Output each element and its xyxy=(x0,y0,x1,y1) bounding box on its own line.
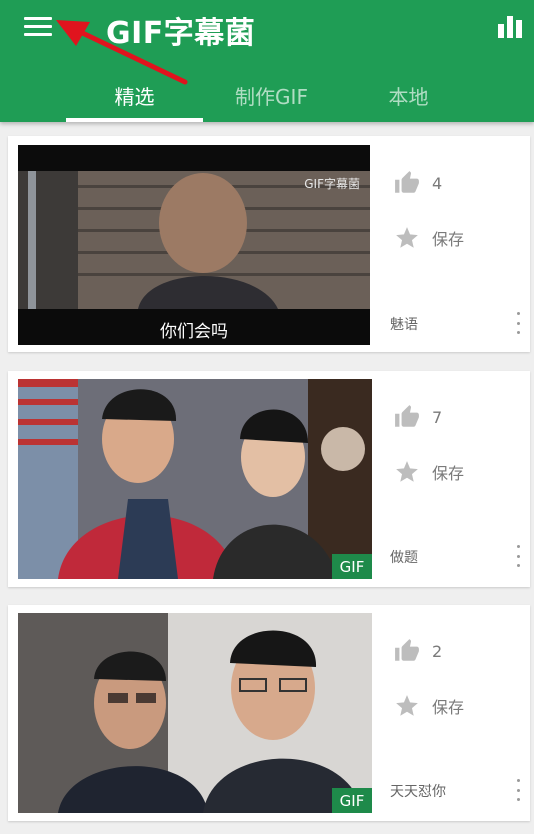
star-icon xyxy=(396,695,418,716)
tab-local[interactable]: 本地 xyxy=(340,68,477,122)
like-count: 4 xyxy=(432,173,443,193)
like-button[interactable]: 7 xyxy=(394,404,442,430)
tab-indicator xyxy=(66,118,203,122)
tab-make-gif[interactable]: 制作GIF xyxy=(203,68,340,122)
more-options-icon[interactable] xyxy=(512,779,524,801)
gif-thumbnail[interactable]: GIF xyxy=(18,379,372,579)
save-button[interactable]: 保存 xyxy=(394,225,464,251)
feed-card[interactable]: GIF 2 保存 天天怼你 xyxy=(8,605,530,821)
like-button[interactable]: 4 xyxy=(394,170,442,196)
more-options-icon[interactable] xyxy=(512,312,524,334)
tab-label: 制作GIF xyxy=(235,84,308,109)
thumbs-up-icon xyxy=(395,171,419,193)
more-options-icon[interactable] xyxy=(512,545,524,567)
gif-caption: 做题 xyxy=(390,550,418,566)
tab-label: 本地 xyxy=(388,84,429,109)
save-button[interactable]: 保存 xyxy=(394,693,464,719)
annotation-arrow xyxy=(56,20,188,85)
save-label: 保存 xyxy=(432,230,465,249)
like-count: 2 xyxy=(432,641,443,661)
like-button[interactable]: 2 xyxy=(394,638,442,664)
gif-thumbnail[interactable]: GIF xyxy=(18,613,372,813)
gif-caption: 天天怼你 xyxy=(390,784,446,800)
gif-image xyxy=(18,379,372,579)
save-button[interactable]: 保存 xyxy=(394,459,464,485)
bar-chart-icon[interactable] xyxy=(498,14,524,38)
thumbs-up-icon xyxy=(395,405,419,427)
like-count: 7 xyxy=(432,407,443,427)
save-label: 保存 xyxy=(432,698,465,717)
feed-card[interactable]: GIF字幕菌 你们会吗 4 保存 魅语 xyxy=(8,136,530,352)
thumbs-up-icon xyxy=(395,639,419,661)
star-icon xyxy=(396,461,418,482)
gif-thumbnail[interactable]: GIF字幕菌 你们会吗 xyxy=(18,145,370,345)
save-label: 保存 xyxy=(432,464,465,483)
feed-card[interactable]: GIF 7 保存 做题 xyxy=(8,371,530,587)
gif-badge: GIF xyxy=(332,788,372,813)
star-icon xyxy=(396,227,418,248)
gif-image xyxy=(18,613,372,813)
gif-badge: GIF xyxy=(332,554,372,579)
gif-subtitle: 你们会吗 xyxy=(160,322,228,342)
gif-watermark: GIF字幕菌 xyxy=(304,177,360,191)
gif-caption: 魅语 xyxy=(390,317,418,333)
